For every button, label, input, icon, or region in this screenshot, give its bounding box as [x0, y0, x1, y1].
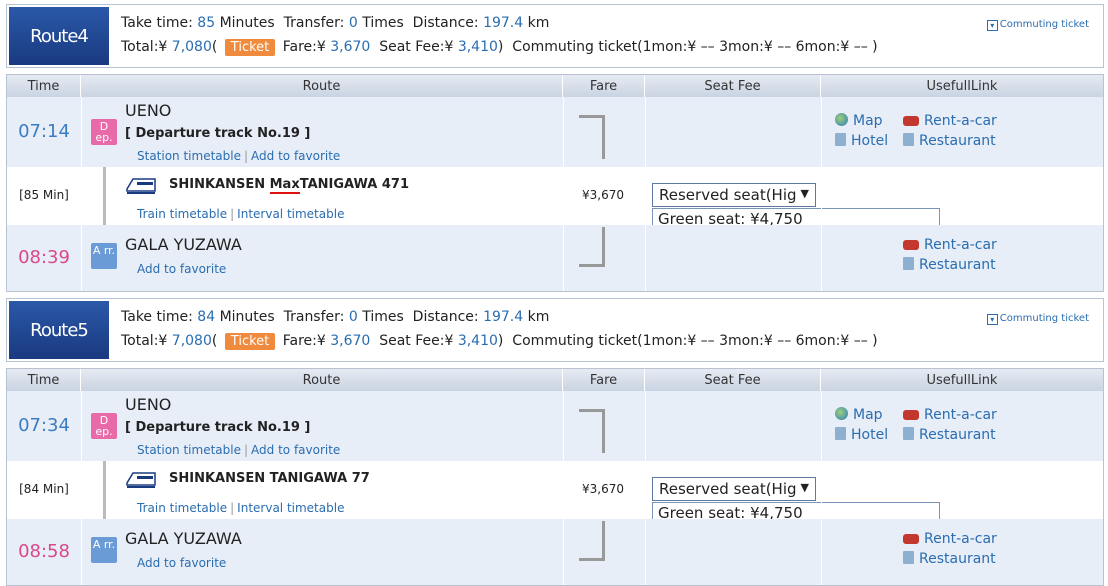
arrival-station: GALA YUZAWA — [125, 529, 242, 548]
route-line — [103, 167, 106, 225]
seat-type-select[interactable]: Reserved seat(Hig ▼ — [652, 477, 816, 501]
interval-timetable-link[interactable]: Interval timetable — [237, 207, 344, 221]
dropdown-arrow-icon: ▼ — [800, 481, 809, 494]
train-timetable-link[interactable]: Train timetable — [137, 501, 227, 515]
departure-track: [ Departure track No.19 ] — [125, 420, 311, 435]
hotel-link[interactable]: Hotel — [835, 427, 888, 443]
header-route: Route — [81, 369, 563, 391]
fare-value: ¥3,670 — [582, 482, 624, 496]
departure-station: UENO — [125, 395, 172, 414]
globe-icon — [835, 407, 848, 420]
globe-icon — [835, 113, 848, 126]
header-time: Time — [7, 369, 81, 391]
calendar-icon: ▾ — [986, 314, 998, 325]
route-cost: Total:¥ 7,080( Ticket Fare:¥ 3,670 Seat … — [121, 39, 878, 56]
ticket-button[interactable]: Ticket — [224, 333, 276, 350]
car-icon — [903, 410, 919, 420]
arrival-icon: A rr. — [91, 537, 117, 563]
route-summary: Route4 Take time: 85 Minutes Transfer: 0… — [6, 4, 1104, 68]
header-time: Time — [7, 75, 81, 97]
add-to-favorite-link[interactable]: Add to favorite — [251, 443, 340, 457]
restaurant-link[interactable]: Restaurant — [903, 133, 996, 149]
map-link[interactable]: Map — [835, 113, 883, 129]
train-row: [85 Min] SHINKANSEN MaxTANIGAWA 471 Trai… — [7, 167, 1103, 273]
car-icon — [903, 240, 919, 250]
restaurant-icon — [903, 427, 914, 440]
station-timetable-link[interactable]: Station timetable — [137, 443, 241, 457]
ride-duration: [85 Min] — [19, 188, 69, 202]
add-to-favorite-link[interactable]: Add to favorite — [137, 262, 226, 276]
fare-bracket — [579, 409, 605, 453]
route-table: Time Route Fare Seat Fee UsefullLink 07:… — [6, 368, 1104, 586]
restaurant-icon — [903, 257, 914, 270]
restaurant-link[interactable]: Restaurant — [903, 427, 996, 443]
route-stats: Take time: 84 Minutes Transfer: 0 Times … — [121, 309, 550, 325]
rent-a-car-link[interactable]: Rent-a-car — [903, 237, 997, 253]
route-summary: Route5 Take time: 84 Minutes Transfer: 0… — [6, 298, 1104, 362]
commuting-ticket-link[interactable]: ▾ Commuting ticket — [986, 313, 1089, 325]
route-label: Route4 — [9, 7, 109, 65]
add-to-favorite-link[interactable]: Add to favorite — [251, 149, 340, 163]
ticket-button[interactable]: Ticket — [224, 39, 276, 56]
dropdown-arrow-icon: ▼ — [800, 187, 809, 200]
map-link[interactable]: Map — [835, 407, 883, 423]
hotel-link[interactable]: Hotel — [835, 133, 888, 149]
route-cost: Total:¥ 7,080( Ticket Fare:¥ 3,670 Seat … — [121, 333, 878, 350]
hotel-icon — [835, 133, 846, 146]
route-table: Time Route Fare Seat Fee UsefullLink 07:… — [6, 74, 1104, 292]
arrival-row: 08:58 A rr. GALA YUZAWA Add to favorite … — [7, 519, 1103, 585]
shinkansen-icon — [126, 178, 156, 194]
train-name: SHINKANSEN MaxTANIGAWA 471 — [169, 177, 409, 194]
header-route: Route — [81, 75, 563, 97]
rent-a-car-link[interactable]: Rent-a-car — [903, 531, 997, 547]
departure-icon: D ep. — [91, 413, 117, 439]
arrival-time: 08:58 — [18, 541, 70, 562]
station-timetable-link[interactable]: Station timetable — [137, 149, 241, 163]
restaurant-link[interactable]: Restaurant — [903, 551, 996, 567]
departure-row: 07:14 D ep. UENO [ Departure track No.19… — [7, 97, 1103, 167]
header-useful-link: UsefullLink — [821, 75, 1103, 97]
calendar-icon: ▾ — [986, 20, 998, 31]
fare-bracket — [579, 227, 605, 267]
route-label: Route5 — [9, 301, 109, 359]
restaurant-icon — [903, 133, 914, 146]
arrival-row: 08:39 A rr. GALA YUZAWA Add to favorite … — [7, 225, 1103, 291]
header-seat-fee: Seat Fee — [645, 75, 821, 97]
header-useful-link: UsefullLink — [821, 369, 1103, 391]
restaurant-icon — [903, 551, 914, 564]
departure-time: 07:14 — [18, 121, 70, 142]
car-icon — [903, 534, 919, 544]
seat-type-select[interactable]: Reserved seat(Hig ▼ — [652, 183, 816, 207]
add-to-favorite-link[interactable]: Add to favorite — [137, 556, 226, 570]
departure-row: 07:34 D ep. UENO [ Departure track No.19… — [7, 391, 1103, 461]
departure-station: UENO — [125, 101, 172, 120]
car-icon — [903, 116, 919, 126]
fare-value: ¥3,670 — [582, 188, 624, 202]
shinkansen-icon — [126, 472, 156, 488]
hotel-icon — [835, 427, 846, 440]
departure-track: [ Departure track No.19 ] — [125, 126, 311, 141]
interval-timetable-link[interactable]: Interval timetable — [237, 501, 344, 515]
route-line — [103, 461, 106, 519]
train-row: [84 Min] SHINKANSEN TANIGAWA 77 Train ti… — [7, 461, 1103, 567]
commuting-ticket-link[interactable]: ▾ Commuting ticket — [986, 19, 1089, 31]
arrival-station: GALA YUZAWA — [125, 235, 242, 254]
fare-bracket — [579, 115, 605, 159]
train-name: SHINKANSEN TANIGAWA 77 — [169, 471, 370, 486]
train-timetable-link[interactable]: Train timetable — [137, 207, 227, 221]
ride-duration: [84 Min] — [19, 482, 69, 496]
departure-icon: D ep. — [91, 119, 117, 145]
header-fare: Fare — [563, 75, 645, 97]
restaurant-link[interactable]: Restaurant — [903, 257, 996, 273]
departure-time: 07:34 — [18, 415, 70, 436]
route-stats: Take time: 85 Minutes Transfer: 0 Times … — [121, 15, 550, 31]
arrival-time: 08:39 — [18, 247, 70, 268]
header-fare: Fare — [563, 369, 645, 391]
rent-a-car-link[interactable]: Rent-a-car — [903, 113, 997, 129]
rent-a-car-link[interactable]: Rent-a-car — [903, 407, 997, 423]
fare-bracket — [579, 521, 605, 561]
header-seat-fee: Seat Fee — [645, 369, 821, 391]
arrival-icon: A rr. — [91, 243, 117, 269]
